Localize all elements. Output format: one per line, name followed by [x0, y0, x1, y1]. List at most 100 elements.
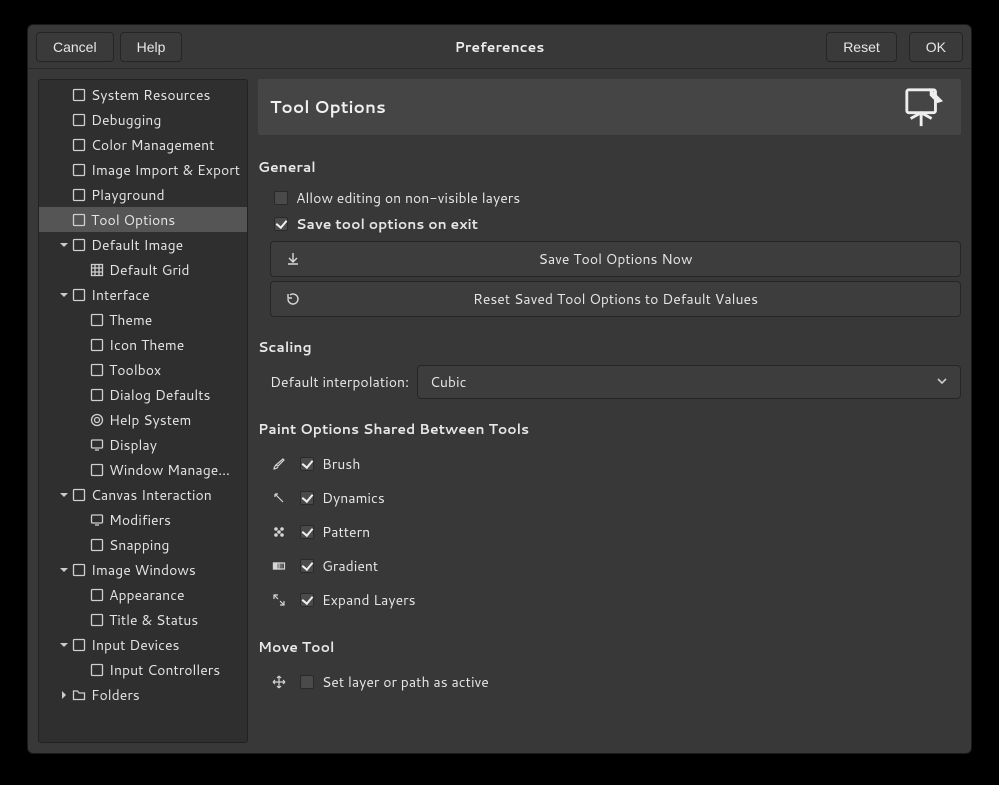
tree-item-label: Image Windows	[91, 560, 196, 580]
section-title-general: General	[258, 157, 961, 177]
canvas-icon	[71, 487, 87, 503]
tree-item-input-devices[interactable]: Input Devices	[39, 632, 247, 657]
tree-item-label: Canvas Interaction	[91, 485, 212, 505]
ok-button[interactable]: OK	[909, 32, 963, 62]
tree-item-color-management[interactable]: Color Management	[39, 132, 247, 157]
tree-item-image-windows[interactable]: Image Windows	[39, 557, 247, 582]
title-icon	[89, 612, 105, 628]
paint-option-label: Pattern	[322, 522, 370, 542]
page-header: Tool Options	[258, 79, 961, 135]
tree-item-image-import-export[interactable]: Image Import & Export	[39, 157, 247, 182]
import-icon	[71, 162, 87, 178]
tree-item-canvas-interaction[interactable]: Canvas Interaction	[39, 482, 247, 507]
help-icon	[89, 412, 105, 428]
spacer	[75, 663, 89, 677]
help-button[interactable]: Help	[120, 32, 183, 62]
tree-item-help-system[interactable]: Help System	[39, 407, 247, 432]
ui-icon	[71, 287, 87, 303]
section-scaling: Scaling Default interpolation: Cubic	[258, 331, 961, 399]
spacer	[75, 313, 89, 327]
tree-item-debugging[interactable]: Debugging	[39, 107, 247, 132]
tree-item-default-image[interactable]: Default Image	[39, 232, 247, 257]
tree-item-dialog-defaults[interactable]: Dialog Defaults	[39, 382, 247, 407]
section-paint-options: Paint Options Shared Between Tools Brush…	[258, 413, 961, 617]
tree-item-folders[interactable]: Folders	[39, 682, 247, 707]
checkbox-icon	[300, 457, 314, 471]
paint-option-checkbox-dynamics[interactable]: Dynamics	[300, 485, 385, 511]
collapse-icon[interactable]	[57, 638, 71, 652]
tree-item-label: Interface	[91, 285, 150, 305]
tree-item-label: Toolbox	[109, 360, 161, 380]
save-tool-options-now-button[interactable]: Save Tool Options Now	[270, 241, 961, 277]
checkbox-icon	[300, 491, 314, 505]
paint-option-checkbox-expand-layers[interactable]: Expand Layers	[300, 587, 416, 613]
tree-item-label: System Resources	[91, 85, 210, 105]
collapse-icon[interactable]	[57, 563, 71, 577]
tree-item-display[interactable]: Display	[39, 432, 247, 457]
section-title-scaling: Scaling	[258, 337, 961, 357]
section-general: General Allow editing on non-visible lay…	[258, 151, 961, 317]
spacer	[75, 338, 89, 352]
collapse-icon[interactable]	[57, 488, 71, 502]
tree-item-modifiers[interactable]: Modifiers	[39, 507, 247, 532]
cancel-button[interactable]: Cancel	[36, 32, 114, 62]
tree-item-tool-options[interactable]: Tool Options	[39, 207, 247, 232]
brush-icon	[270, 455, 288, 473]
titlebar: Cancel Help Preferences Reset OK	[28, 25, 971, 69]
interpolation-combo[interactable]: Cubic	[417, 365, 961, 399]
tree-item-label: Window Management	[109, 460, 241, 480]
spacer	[75, 438, 89, 452]
paint-option-label: Dynamics	[322, 488, 385, 508]
tree-item-default-grid[interactable]: Default Grid	[39, 257, 247, 282]
tree-item-title-status[interactable]: Title & Status	[39, 607, 247, 632]
tree-item-label: Default Image	[91, 235, 183, 255]
section-title-paint: Paint Options Shared Between Tools	[258, 419, 961, 439]
chip-icon	[71, 87, 87, 103]
set-active-checkbox[interactable]: Set layer or path as active	[300, 669, 489, 695]
preferences-tree[interactable]: System ResourcesDebuggingColor Managemen…	[38, 79, 248, 743]
reset-button[interactable]: Reset	[826, 32, 897, 62]
collapse-icon[interactable]	[57, 288, 71, 302]
appearance-icon	[89, 587, 105, 603]
tree-item-snapping[interactable]: Snapping	[39, 532, 247, 557]
tree-item-label: Display	[109, 435, 157, 455]
paint-option-checkbox-gradient[interactable]: Gradient	[300, 553, 378, 579]
bug-icon	[71, 112, 87, 128]
paint-option-checkbox-pattern[interactable]: Pattern	[300, 519, 370, 545]
expand-icon[interactable]	[57, 688, 71, 702]
tree-item-appearance[interactable]: Appearance	[39, 582, 247, 607]
checkbox-icon	[274, 217, 288, 231]
tree-item-interface[interactable]: Interface	[39, 282, 247, 307]
monitor-icon	[89, 512, 105, 528]
section-title-move: Move Tool	[258, 637, 961, 657]
move-icon	[270, 673, 288, 691]
tree-item-theme[interactable]: Theme	[39, 307, 247, 332]
collapse-icon[interactable]	[57, 238, 71, 252]
paint-option-brush: Brush	[258, 447, 961, 481]
tools-icon	[89, 362, 105, 378]
snap-icon	[89, 537, 105, 553]
tool-options-icon	[899, 85, 949, 129]
tree-item-playground[interactable]: Playground	[39, 182, 247, 207]
spacer	[57, 163, 71, 177]
gradient-icon	[270, 557, 288, 575]
tree-item-window-management[interactable]: Window Management	[39, 457, 247, 482]
allow-editing-checkbox[interactable]: Allow editing on non-visible layers	[258, 185, 961, 211]
save-on-exit-label: Save tool options on exit	[296, 214, 478, 234]
tree-item-label: Snapping	[109, 535, 169, 555]
tree-item-toolbox[interactable]: Toolbox	[39, 357, 247, 382]
paint-option-expand-layers: Expand Layers	[258, 583, 961, 617]
checkbox-icon	[300, 593, 314, 607]
tree-item-system-resources[interactable]: System Resources	[39, 82, 247, 107]
tree-item-label: Help System	[109, 410, 191, 430]
tree-item-label: Theme	[109, 310, 152, 330]
tree-item-icon-theme[interactable]: Icon Theme	[39, 332, 247, 357]
image-icon	[71, 237, 87, 253]
dynamics-icon	[270, 489, 288, 507]
save-on-exit-checkbox[interactable]: Save tool options on exit	[258, 211, 961, 237]
tree-item-label: Icon Theme	[109, 335, 184, 355]
reset-tool-options-button[interactable]: Reset Saved Tool Options to Default Valu…	[270, 281, 961, 317]
tree-item-input-controllers[interactable]: Input Controllers	[39, 657, 247, 682]
paint-option-checkbox-brush[interactable]: Brush	[300, 451, 360, 477]
paint-option-label: Gradient	[322, 556, 378, 576]
